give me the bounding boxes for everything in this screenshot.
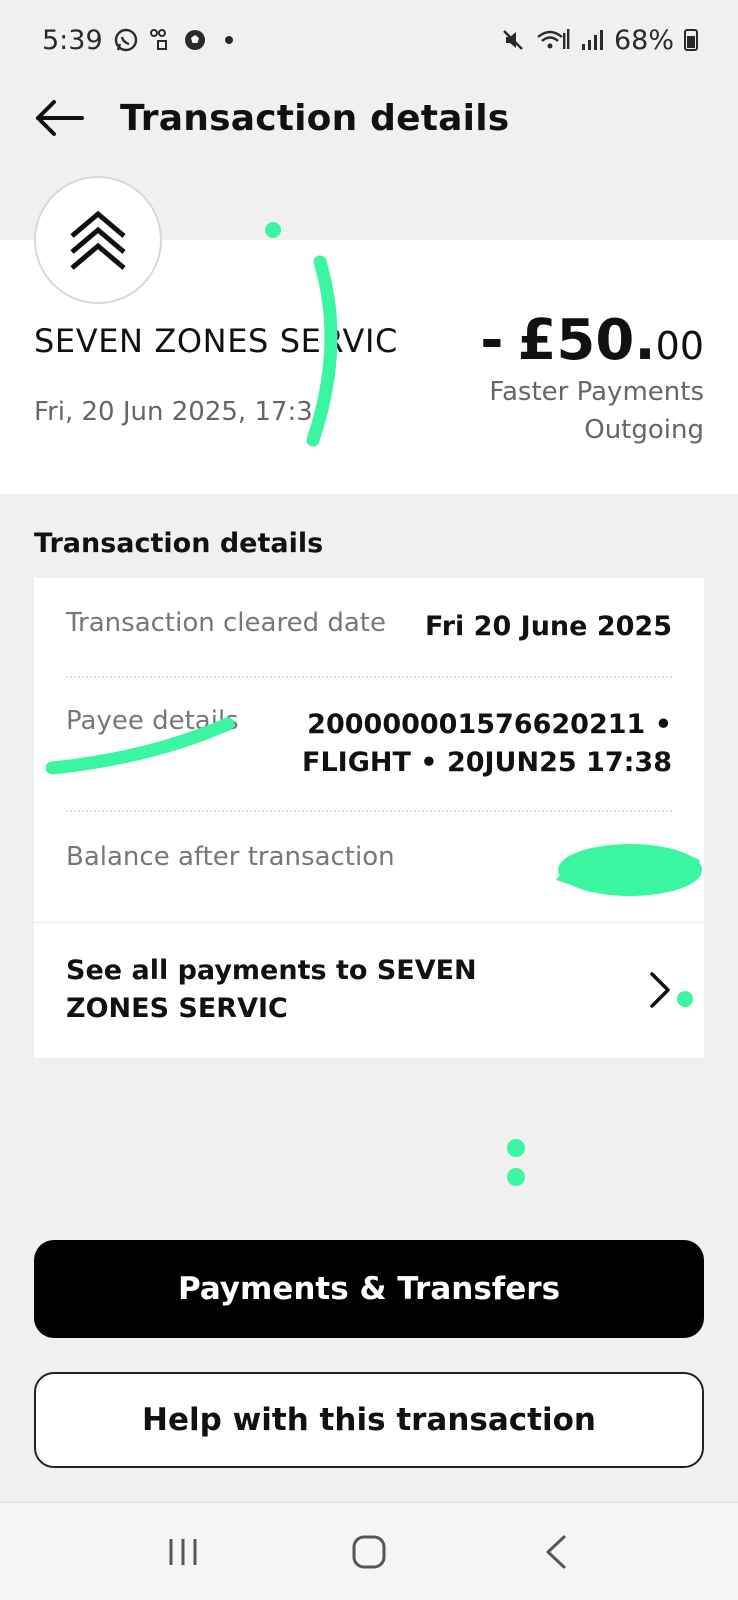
back-button[interactable] bbox=[32, 90, 88, 146]
status-bar: 5:39 68% bbox=[0, 0, 738, 80]
home-icon bbox=[352, 1535, 386, 1568]
details-card: Transaction cleared date Fri 20 June 202… bbox=[34, 578, 704, 1058]
payments-transfers-button[interactable]: Payments & Transfers bbox=[34, 1240, 704, 1338]
status-left: 5:39 bbox=[42, 25, 233, 56]
balance-label: Balance after transaction bbox=[66, 842, 395, 872]
signal-icon bbox=[580, 28, 604, 52]
system-back-icon bbox=[546, 1535, 566, 1568]
app-header: Transaction details bbox=[0, 78, 738, 158]
double-chevron-up-icon bbox=[70, 210, 126, 270]
transaction-date: Fri, 20 Jun 2025, 17:3 bbox=[34, 397, 313, 427]
mute-icon bbox=[500, 27, 526, 53]
recent-apps-icon bbox=[169, 1538, 197, 1565]
see-all-payments-label: See all payments to SEVEN ZONES SERVIC bbox=[66, 955, 477, 1024]
divider bbox=[66, 676, 672, 678]
back-arrow-icon bbox=[36, 100, 84, 136]
payee-value-line1: 200000001576620211 • bbox=[307, 709, 672, 740]
payment-type-line1: Faster Payments bbox=[489, 377, 704, 407]
amount-box: - £50.00 Faster Payments Outgoing bbox=[480, 308, 704, 449]
system-back-button[interactable] bbox=[515, 1522, 595, 1582]
voicemail-icon bbox=[149, 28, 173, 52]
divider bbox=[66, 810, 672, 812]
help-transaction-button[interactable]: Help with this transaction bbox=[34, 1372, 704, 1468]
chevron-right-icon bbox=[650, 972, 670, 1008]
football-icon bbox=[183, 28, 207, 52]
payment-type-line2: Outgoing bbox=[584, 415, 704, 445]
cleared-date-label: Transaction cleared date bbox=[66, 608, 386, 638]
merchant-logo bbox=[34, 176, 162, 304]
payee-details-label: Payee details bbox=[66, 706, 239, 736]
cleared-date-value: Fri 20 June 2025 bbox=[424, 611, 672, 642]
payee-details-value: 200000001576620211 • FLIGHT • 20JUN25 17… bbox=[302, 706, 672, 782]
amount-sign: - bbox=[480, 308, 504, 373]
transaction-amount: - £50.00 bbox=[480, 308, 704, 373]
home-button[interactable] bbox=[329, 1522, 409, 1582]
wifi-call-icon bbox=[536, 27, 570, 53]
cleared-date-row: Transaction cleared date Fri 20 June 202… bbox=[66, 608, 672, 646]
whatsapp-icon bbox=[113, 27, 139, 53]
transaction-details-screen: 5:39 68% Transaction details SEVEN ZONES… bbox=[0, 0, 738, 1600]
see-all-payments-link[interactable]: See all payments to SEVEN ZONES SERVIC bbox=[34, 922, 704, 1058]
details-section-title: Transaction details bbox=[34, 528, 324, 559]
merchant-name: SEVEN ZONES SERVIC bbox=[34, 322, 398, 360]
payee-details-row: Payee details 200000001576620211 • FLIGH… bbox=[66, 706, 672, 782]
status-right: 68% bbox=[500, 25, 698, 56]
page-title: Transaction details bbox=[120, 97, 510, 139]
battery-percentage: 68% bbox=[613, 24, 674, 56]
notification-dot-icon bbox=[224, 36, 233, 44]
status-time: 5:39 bbox=[42, 24, 103, 56]
amount-decimal: 00 bbox=[655, 324, 704, 368]
system-nav-bar bbox=[0, 1502, 738, 1600]
battery-icon bbox=[684, 29, 698, 51]
payee-value-line2: FLIGHT • 20JUN25 17:38 bbox=[302, 747, 672, 778]
amount-whole: £50. bbox=[517, 308, 656, 373]
recent-apps-button[interactable] bbox=[143, 1522, 223, 1582]
balance-row: Balance after transaction bbox=[66, 842, 672, 872]
